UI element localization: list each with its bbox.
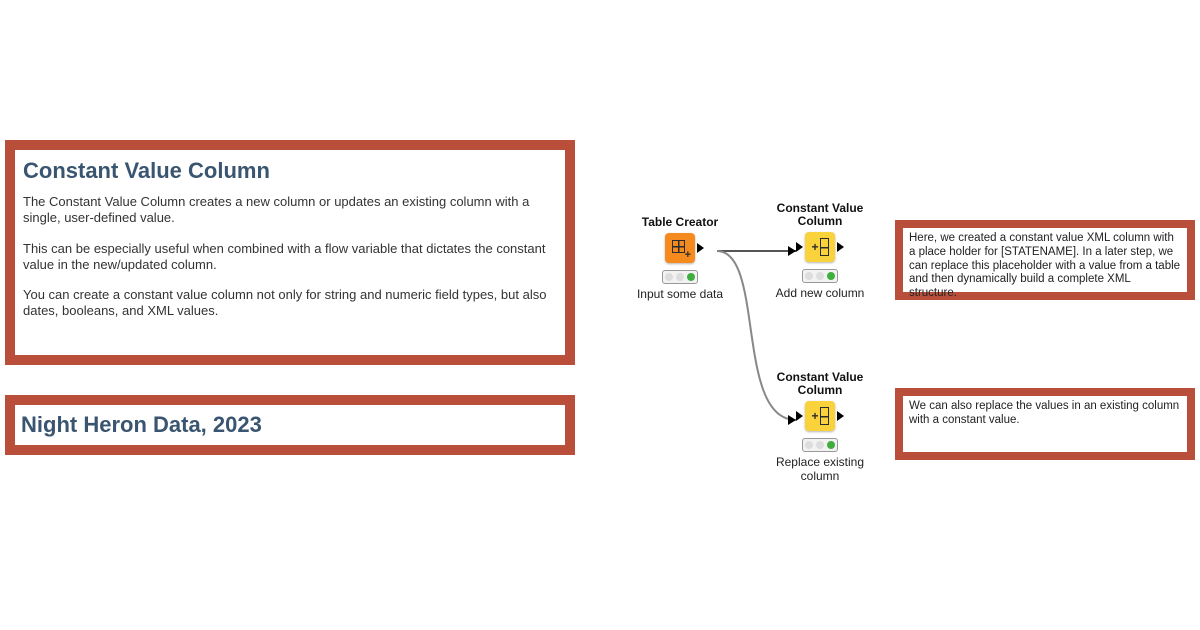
node-body: [625, 233, 735, 263]
node-title: Constant Value Column: [765, 202, 875, 228]
input-port[interactable]: [796, 242, 803, 252]
output-port[interactable]: [837, 411, 844, 421]
annotation-replace-column: We can also replace the values in an exi…: [895, 388, 1195, 460]
input-port[interactable]: [796, 411, 803, 421]
table-creator-icon: [665, 233, 695, 263]
node-table-creator[interactable]: Table Creator Input some data: [625, 216, 735, 301]
node-body: +: [765, 401, 875, 431]
node-caption: Input some data: [625, 288, 735, 301]
annotation-text: We can also replace the values in an exi…: [909, 400, 1179, 426]
intro-p2: This can be especially useful when combi…: [23, 241, 557, 274]
node-caption: Add new column: [765, 287, 875, 300]
annotation-text: Here, we created a constant value XML co…: [909, 232, 1180, 299]
intro-panel: Constant Value Column The Constant Value…: [5, 140, 575, 365]
node-title: Table Creator: [625, 216, 735, 229]
intro-heading: Constant Value Column: [23, 158, 557, 184]
status-traffic-light: [802, 438, 838, 452]
annotation-add-column: Here, we created a constant value XML co…: [895, 220, 1195, 300]
node-title: Constant Value Column: [765, 371, 875, 397]
node-caption: Replace existing column: [765, 456, 875, 482]
node-cvc-add[interactable]: Constant Value Column + Add new column: [765, 202, 875, 301]
status-traffic-light: [802, 269, 838, 283]
constant-value-column-icon: +: [805, 401, 835, 431]
credit-panel: Night Heron Data, 2023: [5, 395, 575, 455]
node-cvc-replace[interactable]: Constant Value Column + Replace existing…: [765, 371, 875, 483]
node-body: +: [765, 232, 875, 262]
output-port[interactable]: [697, 243, 704, 253]
intro-p1: The Constant Value Column creates a new …: [23, 194, 557, 227]
credit-text: Night Heron Data, 2023: [21, 412, 262, 438]
output-port[interactable]: [837, 242, 844, 252]
status-traffic-light: [662, 270, 698, 284]
constant-value-column-icon: +: [805, 232, 835, 262]
intro-p3: You can create a constant value column n…: [23, 287, 557, 320]
